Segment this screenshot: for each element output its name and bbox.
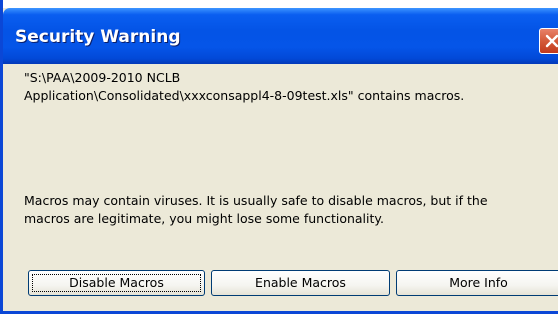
virus-warning-line: Macros may contain viruses. It is usuall… bbox=[24, 193, 488, 208]
title-bar[interactable]: Security Warning bbox=[3, 8, 558, 64]
contains-macros-line: Application\Consolidated\xxxconsappl4-8-… bbox=[24, 88, 465, 103]
disable-macros-label: Disable Macros bbox=[69, 275, 164, 290]
dialog-body: "S:\PAA\2009-2010 NCLB Application\Conso… bbox=[6, 64, 558, 308]
more-info-label: More Info bbox=[449, 275, 508, 290]
enable-macros-label: Enable Macros bbox=[255, 275, 346, 290]
disable-macros-button[interactable]: Disable Macros bbox=[28, 270, 205, 296]
file-path-message: "S:\PAA\2009-2010 NCLB Application\Conso… bbox=[24, 69, 464, 105]
top-strip bbox=[3, 0, 558, 8]
dialog-title: Security Warning bbox=[15, 27, 181, 47]
more-info-button[interactable]: More Info bbox=[396, 270, 558, 296]
virus-warning-message: Macros may contain viruses. It is usuall… bbox=[24, 192, 488, 228]
close-button[interactable] bbox=[539, 28, 558, 54]
security-warning-dialog: Security Warning "S:\PAA\2009-2010 NCLB … bbox=[0, 0, 558, 314]
functionality-line: macros are legitimate, you might lose so… bbox=[24, 211, 384, 226]
enable-macros-button[interactable]: Enable Macros bbox=[211, 270, 390, 296]
file-path-line: "S:\PAA\2009-2010 NCLB bbox=[24, 70, 181, 85]
close-icon bbox=[545, 34, 558, 48]
